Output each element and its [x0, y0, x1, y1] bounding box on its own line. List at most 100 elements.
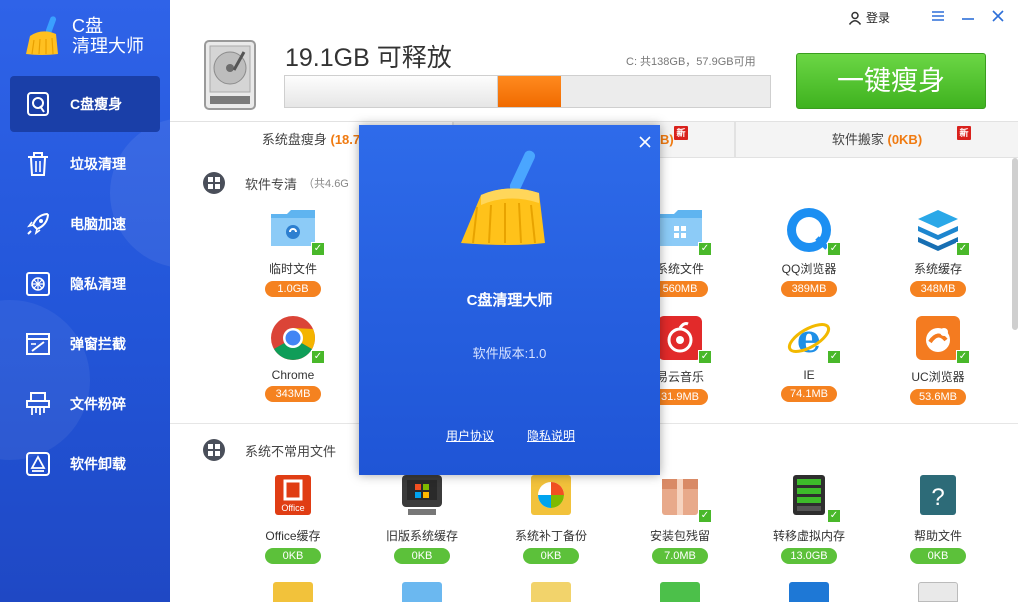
item-size-badge: 0KB: [265, 548, 321, 564]
item-old-system-cache[interactable]: 旧版系统缓存 0KB: [372, 473, 472, 564]
patch-backup-icon: [527, 473, 575, 521]
file-icon: [918, 582, 958, 602]
item-label: Chrome: [271, 368, 315, 382]
menu-icon[interactable]: [928, 6, 948, 26]
login-button[interactable]: 登录: [848, 9, 890, 26]
one-click-slim-button[interactable]: 一键瘦身: [796, 53, 986, 109]
virtual-memory-icon: ✓: [785, 473, 841, 523]
tab-value: (0KB): [887, 132, 923, 147]
tab-value: (18.7: [330, 132, 361, 147]
item-size-badge: 31.9MB: [652, 389, 708, 405]
user-agreement-link[interactable]: 用户协议: [446, 427, 494, 444]
sidebar-item-label: 弹窗拦截: [70, 336, 126, 352]
section-title: 系统不常用文件: [245, 443, 337, 459]
sidebar-item-c-slim[interactable]: C盘瘦身: [10, 76, 160, 132]
sidebar-item-shredder[interactable]: 文件粉碎: [10, 376, 160, 432]
checkbox-checked-icon[interactable]: ✓: [827, 242, 841, 256]
item-size-badge: 0KB: [523, 548, 579, 564]
tab-label: 系统盘瘦身: [261, 132, 327, 147]
system-folder-icon: ✓: [656, 206, 712, 256]
folder-icon: [402, 582, 442, 602]
disk-usage-bar: [284, 75, 771, 108]
svg-text:?: ?: [931, 484, 944, 511]
sidebar-nav: C盘瘦身 垃圾清理 电脑加速 隐私清理 弹窗拦截 文件粉碎 软件卸载: [10, 76, 160, 496]
tab-label: 软件搬家: [831, 132, 884, 147]
app-title-line2: 清理大师: [72, 36, 144, 56]
item-label: 临时文件: [268, 262, 317, 276]
checkbox-checked-icon[interactable]: ✓: [311, 242, 325, 256]
sidebar-item-label: 文件粉碎: [70, 396, 126, 412]
netease-music-icon: ✓: [656, 314, 712, 364]
system-cache-icon: ✓: [914, 206, 970, 256]
item-uc-browser[interactable]: ✓ UC浏览器 53.6MB: [888, 314, 988, 405]
sidebar-item-privacy[interactable]: 隐私清理: [10, 256, 160, 312]
office-icon: Office: [269, 473, 317, 521]
app-title-line1: C盘: [72, 16, 103, 36]
sidebar-item-label: 电脑加速: [70, 216, 126, 232]
item-size-badge: 1.0GB: [265, 281, 321, 297]
checkbox-checked-icon[interactable]: ✓: [698, 350, 712, 364]
about-dialog: C盘清理大师 软件版本:1.0 用户协议 隐私说明: [359, 125, 660, 475]
sidebar-item-label: C盘瘦身: [70, 96, 123, 112]
item-patch-backup[interactable]: 系统补丁备份 0KB: [501, 473, 601, 564]
sidebar-item-label: 垃圾清理: [70, 156, 126, 172]
item-size-badge: 343MB: [265, 386, 321, 402]
close-icon[interactable]: [636, 133, 654, 151]
checkbox-checked-icon[interactable]: ✓: [956, 242, 970, 256]
old-system-icon: [398, 473, 446, 521]
temp-folder-icon: ✓: [269, 206, 325, 256]
rocket-icon: [24, 210, 52, 238]
item-virtual-memory[interactable]: ✓ 转移虚拟内存 13.0GB: [759, 473, 859, 564]
sidebar-item-speedup[interactable]: 电脑加速: [10, 196, 160, 252]
item-qq-browser[interactable]: ✓ QQ浏览器 389MB: [759, 206, 859, 297]
item-size-badge: 389MB: [781, 281, 837, 297]
checkbox-checked-icon[interactable]: ✓: [311, 350, 325, 364]
item-size-badge: 13.0GB: [781, 548, 837, 564]
section-subtitle: （共4.6G: [303, 178, 349, 190]
checkbox-checked-icon[interactable]: ✓: [827, 350, 841, 364]
checkbox-checked-icon[interactable]: ✓: [956, 350, 970, 364]
close-window-icon[interactable]: [988, 6, 1008, 26]
uc-browser-icon: ✓: [914, 314, 970, 364]
shredder-icon: [24, 390, 52, 418]
item-ie[interactable]: e ✓ IE 74.1MB: [759, 314, 859, 402]
item-temp-files[interactable]: ✓ 临时文件 1.0GB: [243, 206, 343, 297]
trash-icon: [24, 150, 52, 178]
new-badge: 新: [957, 126, 971, 140]
qq-browser-icon: ✓: [785, 206, 841, 256]
checkbox-checked-icon[interactable]: ✓: [827, 509, 841, 523]
uninstall-icon: [24, 450, 52, 478]
svg-text:Office: Office: [281, 503, 304, 513]
sidebar: C盘 清理大师 C盘瘦身 垃圾清理 电脑加速 隐私清理 弹窗拦截 文件粉碎 软件…: [0, 0, 170, 602]
item-help-files[interactable]: ? 帮助文件 0KB: [888, 473, 988, 564]
item-installer-leftover[interactable]: ✓ 安装包残留 7.0MB: [630, 473, 730, 564]
hard-disk-icon: [204, 40, 256, 110]
checkbox-checked-icon[interactable]: ✓: [698, 242, 712, 256]
minimize-icon[interactable]: [958, 6, 978, 26]
sidebar-item-popup-block[interactable]: 弹窗拦截: [10, 316, 160, 372]
disk-used-segment: [285, 76, 499, 107]
item-label: 旧版系统缓存: [385, 529, 458, 543]
version-text: 软件版本:1.0: [472, 346, 547, 361]
privacy-statement-link[interactable]: 隐私说明: [527, 427, 575, 444]
sidebar-item-junk-clean[interactable]: 垃圾清理: [10, 136, 160, 192]
help-file-icon: ?: [914, 473, 962, 521]
tab-software-move[interactable]: 软件搬家 (0KB): [736, 122, 1018, 158]
item-chrome[interactable]: ✓ Chrome 343MB: [243, 314, 343, 402]
item-label: 转移虚拟内存: [772, 529, 845, 543]
sidebar-item-label: 软件卸载: [70, 456, 126, 472]
app-icon: [789, 582, 829, 602]
checkbox-checked-icon[interactable]: ✓: [698, 509, 712, 523]
sidebar-item-uninstall[interactable]: 软件卸载: [10, 436, 160, 492]
section-system-header: 系统不常用文件: [203, 439, 336, 461]
item-label: QQ浏览器: [781, 262, 837, 276]
section-software-header: 软件专清 （共4.6G: [203, 172, 349, 194]
scrollbar[interactable]: [1012, 158, 1018, 330]
apps-grid-icon: [203, 172, 225, 194]
sidebar-item-label: 隐私清理: [70, 276, 126, 292]
login-label: 登录: [866, 11, 891, 25]
item-system-cache[interactable]: ✓ 系统缓存 348MB: [888, 206, 988, 297]
item-size-badge: 0KB: [910, 548, 966, 564]
item-office-cache[interactable]: Office Office缓存 0KB: [243, 473, 343, 564]
releasable-segment: [498, 76, 562, 107]
